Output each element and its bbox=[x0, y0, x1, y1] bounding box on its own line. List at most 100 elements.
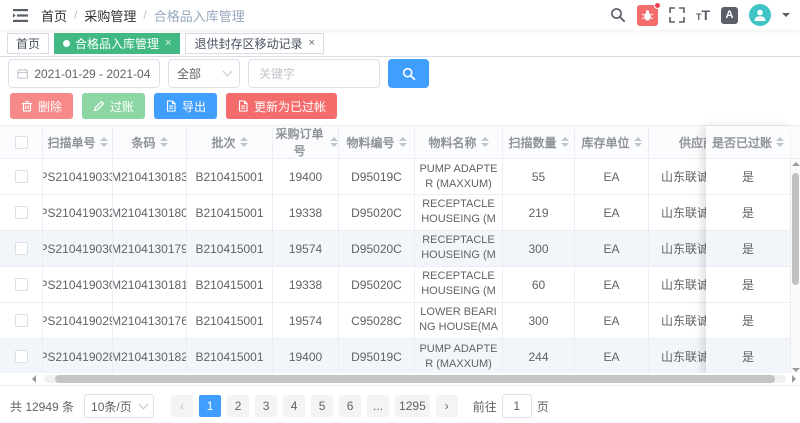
keyword-field[interactable] bbox=[248, 59, 380, 88]
row-checkbox[interactable] bbox=[15, 314, 28, 327]
chevron-down-icon bbox=[139, 399, 149, 409]
page-size-select[interactable]: 10条/页 bbox=[84, 394, 154, 418]
table-row[interactable]: PS210419030 M2104130179 B210415001 19574… bbox=[0, 231, 800, 267]
status-select-value: 全部 bbox=[177, 65, 201, 82]
tab-home[interactable]: 首页 bbox=[7, 33, 49, 54]
calendar-icon bbox=[17, 67, 28, 80]
cell-item-no: D95020C bbox=[339, 231, 415, 266]
page-button-4[interactable]: 4 bbox=[283, 395, 305, 417]
column-header-scan[interactable]: 扫描单号 bbox=[43, 126, 113, 158]
cell-qty: 60 bbox=[503, 267, 575, 302]
user-avatar[interactable] bbox=[749, 4, 771, 26]
page-button-3[interactable]: 3 bbox=[255, 395, 277, 417]
tab-return-seal-records[interactable]: 退供封存区移动记录 × bbox=[185, 33, 323, 54]
sort-icon[interactable] bbox=[399, 137, 407, 147]
post-button[interactable]: 过账 bbox=[82, 93, 145, 119]
row-checkbox[interactable] bbox=[15, 278, 28, 291]
sort-icon[interactable] bbox=[240, 137, 248, 147]
sort-icon[interactable] bbox=[100, 137, 108, 147]
cell-posted: 是 bbox=[706, 195, 790, 231]
page-button-5[interactable]: 5 bbox=[311, 395, 333, 417]
sort-icon[interactable] bbox=[776, 137, 784, 147]
column-header-po[interactable]: 采购订单号 bbox=[273, 126, 339, 158]
row-checkbox[interactable] bbox=[15, 242, 28, 255]
table-row[interactable]: PS210419033 M2104130183 B210415001 19400… bbox=[0, 159, 800, 195]
sort-icon[interactable] bbox=[330, 137, 338, 147]
breadcrumb-purchase[interactable]: 采购管理 bbox=[84, 6, 136, 25]
sidebar-toggle-button[interactable] bbox=[0, 9, 41, 22]
page-button-1[interactable]: 1 bbox=[199, 395, 221, 417]
scroll-left-icon[interactable] bbox=[32, 375, 36, 383]
font-size-big-label: T bbox=[701, 8, 710, 22]
horizontal-scrollbar-thumb[interactable] bbox=[55, 375, 775, 383]
font-size-button[interactable]: TT bbox=[696, 8, 710, 22]
cell-item-name: RECEPTACLE HOUSEING (MAXXUM) bbox=[415, 233, 502, 265]
column-header-posted[interactable]: 是否已过账 bbox=[706, 126, 790, 159]
update-posted-button[interactable]: 更新为已过帐 bbox=[226, 93, 337, 119]
column-header-item-name[interactable]: 物料名称 bbox=[415, 126, 503, 158]
column-label: 物料编号 bbox=[346, 134, 394, 151]
date-range-input[interactable] bbox=[34, 67, 151, 81]
table-row[interactable]: PS210419028 M2104130182 B210415001 19400… bbox=[0, 339, 800, 375]
cell-scan: PS210419028 bbox=[43, 339, 113, 374]
select-all-checkbox[interactable] bbox=[15, 136, 28, 149]
row-checkbox[interactable] bbox=[15, 170, 28, 183]
column-header-barcode[interactable]: 条码 bbox=[113, 126, 187, 158]
cell-posted: 是 bbox=[706, 339, 790, 375]
table-body: PS210419033 M2104130183 B210415001 19400… bbox=[0, 159, 800, 375]
tab-qualified-inbound[interactable]: 合格品入库管理 × bbox=[54, 33, 180, 54]
search-icon bbox=[402, 67, 416, 81]
date-range-picker[interactable] bbox=[8, 59, 160, 88]
horizontal-scrollbar[interactable] bbox=[0, 373, 800, 385]
hamburger-icon bbox=[13, 9, 28, 22]
sort-icon[interactable] bbox=[634, 137, 642, 147]
column-header-item-no[interactable]: 物料编号 bbox=[339, 126, 415, 158]
scroll-right-icon[interactable] bbox=[792, 375, 796, 383]
language-switch-button[interactable]: A bbox=[721, 7, 738, 24]
keyword-input[interactable] bbox=[259, 67, 369, 81]
data-table: 扫描单号 条码 批次 采购订单号 物料编号 物料名称 扫描数量 库存单位 供应商… bbox=[0, 125, 800, 386]
page-button-6[interactable]: 6 bbox=[339, 395, 361, 417]
row-checkbox[interactable] bbox=[15, 350, 28, 363]
table-row[interactable]: PS210419030 M2104130181 B210415001 19338… bbox=[0, 267, 800, 303]
cell-unit: EA bbox=[575, 195, 649, 230]
more-pages-button[interactable]: ... bbox=[367, 395, 389, 417]
fullscreen-button[interactable] bbox=[669, 7, 685, 23]
language-icon: A bbox=[726, 9, 734, 21]
total-count-label: 共 12949 条 bbox=[10, 398, 74, 415]
next-page-button[interactable]: › bbox=[436, 395, 458, 417]
table-row[interactable]: PS210419029 M2104130176 B210415001 19574… bbox=[0, 303, 800, 339]
column-label: 库存单位 bbox=[581, 134, 629, 151]
goto-page-input[interactable] bbox=[502, 394, 532, 418]
sort-icon[interactable] bbox=[481, 137, 489, 147]
close-icon[interactable]: × bbox=[165, 38, 171, 49]
prev-page-button[interactable]: ‹ bbox=[171, 395, 193, 417]
row-checkbox[interactable] bbox=[15, 206, 28, 219]
breadcrumb-home[interactable]: 首页 bbox=[41, 6, 67, 25]
vertical-scrollbar[interactable] bbox=[790, 159, 800, 375]
sort-icon[interactable] bbox=[561, 137, 569, 147]
cell-scan: PS210419030 bbox=[43, 267, 113, 302]
avatar-caret-icon[interactable] bbox=[782, 13, 790, 21]
sort-icon[interactable] bbox=[160, 137, 168, 147]
column-header-unit[interactable]: 库存单位 bbox=[575, 126, 649, 158]
vertical-scrollbar-thumb[interactable] bbox=[792, 173, 799, 285]
delete-button[interactable]: 删除 bbox=[10, 93, 73, 119]
close-icon[interactable]: × bbox=[308, 38, 314, 49]
header-search-button[interactable] bbox=[610, 7, 626, 23]
column-header-batch[interactable]: 批次 bbox=[187, 126, 273, 158]
error-log-button[interactable] bbox=[637, 5, 658, 26]
cell-item-no: D95019C bbox=[339, 339, 415, 374]
table-row[interactable]: PS210419032 M2104130180 B210415001 19338… bbox=[0, 195, 800, 231]
status-select[interactable]: 全部 bbox=[168, 59, 240, 88]
last-page-button[interactable]: 1295 bbox=[395, 395, 430, 417]
search-button[interactable] bbox=[388, 59, 429, 88]
column-header-qty[interactable]: 扫描数量 bbox=[503, 126, 575, 158]
scroll-up-icon[interactable] bbox=[792, 162, 800, 166]
page-button-2[interactable]: 2 bbox=[227, 395, 249, 417]
update-posted-button-label: 更新为已过帐 bbox=[254, 98, 326, 115]
scroll-down-icon[interactable] bbox=[792, 368, 800, 372]
export-button[interactable]: 导出 bbox=[154, 93, 217, 119]
cell-item-no: D95020C bbox=[339, 195, 415, 230]
cell-po: 19574 bbox=[273, 303, 339, 338]
